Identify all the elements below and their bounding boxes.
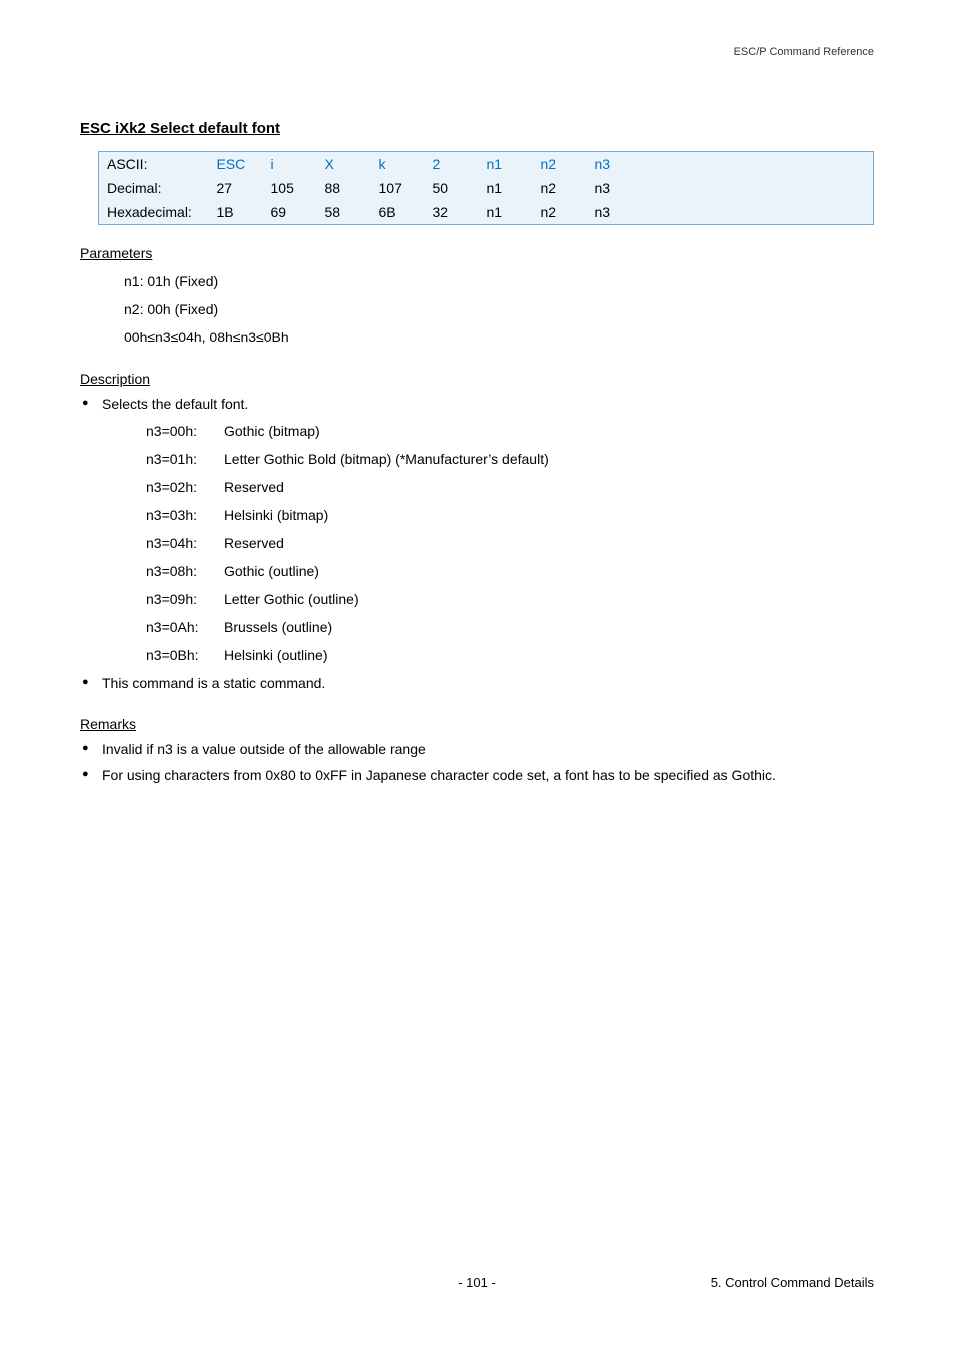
cell: 50 — [425, 176, 479, 200]
cell: n2 — [533, 200, 587, 225]
list-item: Invalid if n3 is a value outside of the … — [80, 738, 874, 762]
n3-key: n3=04h: — [146, 529, 224, 557]
page-number: - 101 - — [0, 1275, 954, 1290]
n3-val: Helsinki (bitmap) — [224, 501, 328, 529]
cell: n1 — [479, 176, 533, 200]
table-row: ASCII: ESC i X k 2 n1 n2 n3 — [99, 152, 874, 177]
cell: ESC — [209, 152, 263, 177]
cell: 88 — [317, 176, 371, 200]
n3-key: n3=08h: — [146, 557, 224, 585]
n3-key: n3=02h: — [146, 473, 224, 501]
list-item-text: Invalid if n3 is a value outside of the … — [102, 741, 426, 757]
n3-row: n3=0Bh:Helsinki (outline) — [146, 641, 874, 669]
remarks-list: Invalid if n3 is a value outside of the … — [80, 738, 874, 789]
list-item-text: This command is a static command. — [102, 675, 325, 691]
command-title: ESC iXk2 Select default font — [80, 120, 874, 137]
n3-val: Letter Gothic (outline) — [224, 585, 359, 613]
list-item: Selects the default font. n3=00h:Gothic … — [80, 393, 874, 669]
n3-row: n3=00h:Gothic (bitmap) — [146, 417, 874, 445]
n3-row: n3=02h:Reserved — [146, 473, 874, 501]
n3-val: Gothic (bitmap) — [224, 417, 320, 445]
n3-key: n3=0Bh: — [146, 641, 224, 669]
cell: 58 — [317, 200, 371, 225]
parameters-block: n1: 01h (Fixed) n2: 00h (Fixed) 00h≤n3≤0… — [124, 267, 874, 351]
param-line: 00h≤n3≤04h, 08h≤n3≤0Bh — [124, 323, 874, 351]
cell: n3 — [587, 152, 641, 177]
row-label: Hexadecimal: — [99, 200, 209, 225]
cell: n2 — [533, 152, 587, 177]
n3-row: n3=0Ah:Brussels (outline) — [146, 613, 874, 641]
table-row: Hexadecimal: 1B 69 58 6B 32 n1 n2 n3 — [99, 200, 874, 225]
list-item: For using characters from 0x80 to 0xFF i… — [80, 764, 874, 788]
cell: 69 — [263, 200, 317, 225]
n3-val: Reserved — [224, 473, 284, 501]
cell: 27 — [209, 176, 263, 200]
n3-key: n3=09h: — [146, 585, 224, 613]
cell: 1B — [209, 200, 263, 225]
n3-val: Brussels (outline) — [224, 613, 332, 641]
n3-row: n3=03h:Helsinki (bitmap) — [146, 501, 874, 529]
description-heading: Description — [80, 371, 874, 387]
cell: 107 — [371, 176, 425, 200]
list-item-text: Selects the default font. — [102, 396, 248, 412]
cell: n3 — [587, 176, 641, 200]
encoding-table-body: ASCII: ESC i X k 2 n1 n2 n3 Decimal: 27 … — [99, 152, 874, 225]
cell: k — [371, 152, 425, 177]
cell-filler — [641, 176, 874, 200]
cell: i — [263, 152, 317, 177]
n3-val: Helsinki (outline) — [224, 641, 327, 669]
param-line: n1: 01h (Fixed) — [124, 267, 874, 295]
n3-row: n3=08h:Gothic (outline) — [146, 557, 874, 585]
cell: n2 — [533, 176, 587, 200]
cell: n1 — [479, 152, 533, 177]
cell: 6B — [371, 200, 425, 225]
row-label: Decimal: — [99, 176, 209, 200]
param-line: n2: 00h (Fixed) — [124, 295, 874, 323]
n3-row: n3=09h:Letter Gothic (outline) — [146, 585, 874, 613]
cell: n3 — [587, 200, 641, 225]
encoding-table: ASCII: ESC i X k 2 n1 n2 n3 Decimal: 27 … — [98, 151, 874, 225]
page-content: ESC iXk2 Select default font ASCII: ESC … — [0, 0, 954, 788]
n3-key: n3=0Ah: — [146, 613, 224, 641]
cell: X — [317, 152, 371, 177]
doc-reference: ESC/P Command Reference — [734, 46, 874, 58]
n3-row: n3=04h:Reserved — [146, 529, 874, 557]
n3-row: n3=01h:Letter Gothic Bold (bitmap) (*Man… — [146, 445, 874, 473]
row-label: ASCII: — [99, 152, 209, 177]
remarks-heading: Remarks — [80, 716, 874, 732]
cell: 2 — [425, 152, 479, 177]
n3-key: n3=03h: — [146, 501, 224, 529]
n3-val: Letter Gothic Bold (bitmap) (*Manufactur… — [224, 445, 549, 473]
list-item: This command is a static command. — [80, 672, 874, 696]
cell: 105 — [263, 176, 317, 200]
description-list: Selects the default font. n3=00h:Gothic … — [80, 393, 874, 696]
table-row: Decimal: 27 105 88 107 50 n1 n2 n3 — [99, 176, 874, 200]
n3-sublist: n3=00h:Gothic (bitmap) n3=01h:Letter Got… — [146, 417, 874, 669]
cell-filler — [641, 152, 874, 177]
cell: n1 — [479, 200, 533, 225]
n3-key: n3=00h: — [146, 417, 224, 445]
n3-val: Reserved — [224, 529, 284, 557]
page-footer: - 101 - 5. Control Command Details — [0, 1275, 954, 1290]
cell-filler — [641, 200, 874, 225]
list-item-text: For using characters from 0x80 to 0xFF i… — [102, 767, 776, 783]
n3-key: n3=01h: — [146, 445, 224, 473]
parameters-heading: Parameters — [80, 245, 874, 261]
cell: 32 — [425, 200, 479, 225]
n3-val: Gothic (outline) — [224, 557, 319, 585]
